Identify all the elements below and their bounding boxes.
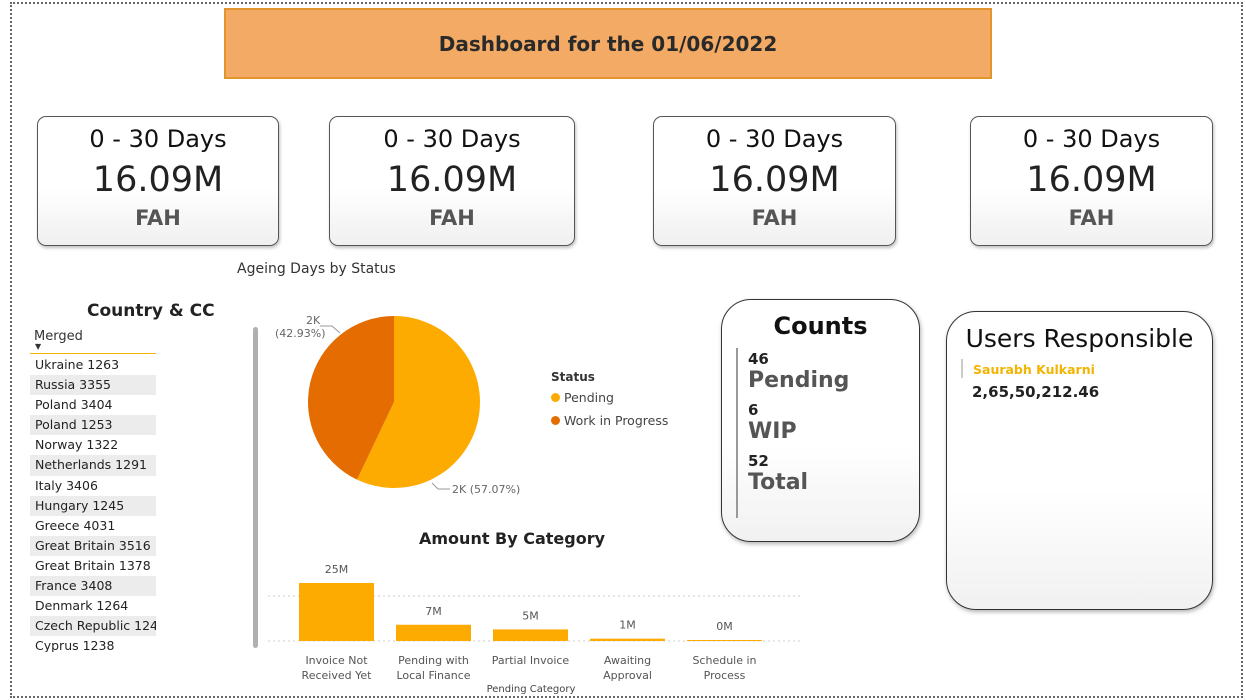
- scrollbar[interactable]: [253, 327, 258, 648]
- users-title: Users Responsible: [965, 324, 1194, 353]
- kpi-title: 0 - 30 Days: [1022, 125, 1161, 153]
- kpi-value: 16.09M: [386, 160, 518, 200]
- count-pending-label: Pending: [748, 368, 850, 393]
- kpi-title: 0 - 30 Days: [705, 125, 844, 153]
- user-name: Saurabh Kulkarni: [973, 362, 1095, 377]
- pie-label-wip-pct: (42.93%): [275, 327, 326, 340]
- pie-legend: Status Pending Work in Progress: [551, 370, 668, 436]
- kpi-label: FAH: [751, 206, 798, 230]
- country-slicer-list[interactable]: Ukraine 1263 Russia 3355 Poland 3404 Poland…: [30, 355, 156, 652]
- kpi-label: FAH: [1068, 206, 1115, 230]
- bar-data-label: 0M: [716, 620, 733, 633]
- kpi-title: 0 - 30 Days: [89, 125, 227, 153]
- bar-category-label: Invoice Not: [305, 654, 368, 667]
- count-total-label: Total: [748, 470, 809, 495]
- bar-category-label: Awaiting: [604, 654, 651, 667]
- bar-category-label: Process: [704, 669, 746, 682]
- kpi-card-2[interactable]: 0 - 30 Days 16.09M FAH: [329, 116, 575, 246]
- slicer-header-label: Merged: [34, 329, 83, 344]
- slicer-item[interactable]: Italy 3406: [30, 476, 156, 496]
- bar[interactable]: [493, 629, 568, 641]
- bar-data-label: 25M: [325, 563, 349, 576]
- bar-data-label: 1M: [619, 619, 636, 632]
- count-wip-number: 6: [748, 401, 759, 419]
- slicer-item[interactable]: Great Britain 3516: [30, 535, 156, 556]
- bar[interactable]: [299, 583, 374, 641]
- count-wip-label: WIP: [748, 419, 797, 444]
- bar-chart: 25M Invoice Not Received Yet 7M Pending with…: [268, 563, 800, 695]
- bar-category-label: Local Finance: [396, 669, 470, 682]
- dashboard-title: Dashboard for the 01/06/2022: [438, 31, 778, 56]
- dashboard-title-banner: Dashboard for the 01/06/2022: [224, 8, 992, 79]
- slicer-item[interactable]: Norway 1322: [30, 435, 156, 455]
- slicer-item[interactable]: Great Britain 1378: [30, 556, 156, 576]
- kpi-label: FAH: [135, 206, 181, 230]
- counts-list: 46 Pending 6 WIP 52 Total: [736, 348, 849, 518]
- legend-item-wip[interactable]: Work in Progress: [551, 413, 668, 428]
- slicer-item[interactable]: France 3408: [30, 576, 156, 597]
- bar-category-label: Pending with: [398, 654, 469, 667]
- slicer-item[interactable]: Poland 3404: [30, 395, 156, 415]
- chevron-down-icon[interactable]: ▼: [35, 342, 41, 351]
- kpi-label: FAH: [429, 206, 475, 230]
- bar[interactable]: [687, 640, 762, 641]
- slicer-header[interactable]: Merged ▼: [30, 328, 156, 354]
- legend-label: Pending: [564, 390, 614, 405]
- slicer-item[interactable]: Netherlands 1291: [30, 455, 156, 476]
- slicer-item[interactable]: Denmark 1264: [30, 596, 156, 616]
- kpi-value: 16.09M: [1026, 160, 1157, 200]
- legend-item-pending[interactable]: Pending: [551, 390, 668, 405]
- pie-chart: 2K (57.07%) 2K (42.93%): [275, 314, 520, 496]
- kpi-card-1[interactable]: 0 - 30 Days 16.09M FAH: [37, 116, 279, 246]
- bar-category-label: Approval: [603, 669, 652, 682]
- user-amount: 2,65,50,212.46: [972, 383, 1100, 401]
- kpi-value: 16.09M: [92, 160, 224, 200]
- pie-chart-title: Ageing Days by Status: [237, 261, 396, 277]
- bar-category-label: Schedule in: [692, 654, 756, 667]
- bar-category-label: Received Yet: [302, 669, 373, 682]
- bar[interactable]: [590, 638, 665, 641]
- slicer-item[interactable]: Russia 3355: [30, 375, 156, 396]
- kpi-value: 16.09M: [709, 160, 840, 200]
- leader-line-pending: [431, 482, 450, 490]
- slicer-item[interactable]: Hungary 1245: [30, 495, 156, 516]
- slicer-item[interactable]: Cyprus 1238: [30, 636, 156, 652]
- country-slicer-title: Country & CC: [87, 301, 215, 321]
- legend-dot-icon: [551, 393, 560, 402]
- users-card: Users Responsible Saurabh Kulkarni 2,65,…: [946, 311, 1213, 610]
- bar-category-label: Partial Invoice: [492, 654, 570, 667]
- pie-label-pending: 2K (57.07%): [452, 483, 520, 496]
- bar-data-label: 7M: [425, 605, 442, 618]
- users-name-row[interactable]: Saurabh Kulkarni: [961, 359, 1095, 378]
- legend-dot-icon: [551, 416, 560, 425]
- slicer-item[interactable]: Ukraine 1263: [30, 355, 156, 375]
- bar[interactable]: [396, 624, 471, 641]
- counts-title: Counts: [773, 312, 868, 340]
- pie-label-wip-value: 2K: [306, 314, 321, 327]
- slicer-item[interactable]: Poland 1253: [30, 415, 156, 436]
- slicer-item[interactable]: Czech Republic 1242: [30, 616, 156, 637]
- kpi-title: 0 - 30 Days: [383, 125, 521, 153]
- kpi-card-3[interactable]: 0 - 30 Days 16.09M FAH: [653, 116, 896, 246]
- legend-label: Work in Progress: [564, 413, 669, 428]
- kpi-card-4[interactable]: 0 - 30 Days 16.09M FAH: [970, 116, 1213, 246]
- bar-data-label: 5M: [522, 609, 539, 622]
- counts-card: Counts 46 Pending 6 WIP 52 Total: [721, 299, 920, 542]
- bar-chart-title: Amount By Category: [419, 529, 606, 548]
- bar-xaxis-title: Pending Category: [487, 684, 576, 695]
- count-pending-number: 46: [748, 350, 769, 368]
- count-total-number: 52: [748, 452, 769, 470]
- legend-title: Status: [551, 370, 595, 384]
- slicer-item[interactable]: Greece 4031: [30, 516, 156, 536]
